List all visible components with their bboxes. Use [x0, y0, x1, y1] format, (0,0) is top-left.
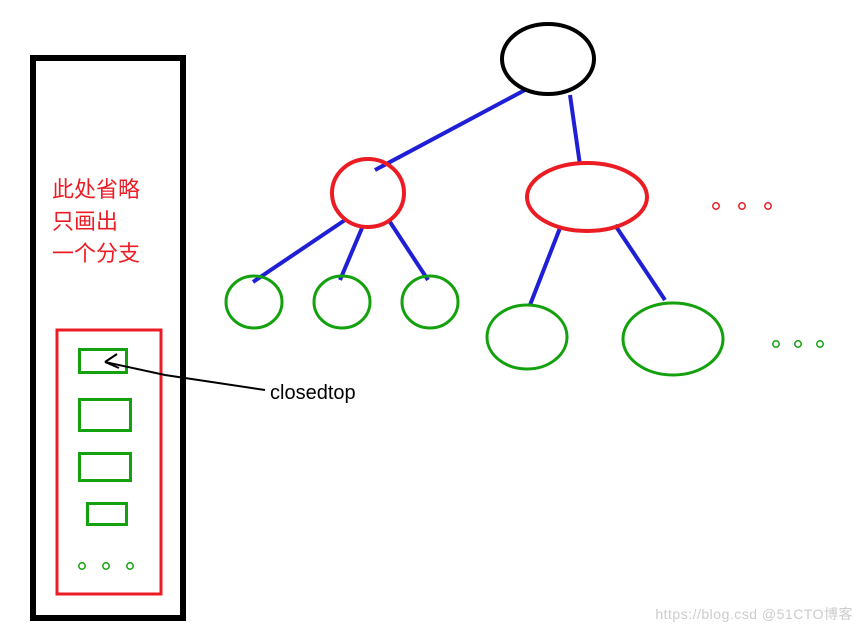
tree-level1-right: [522, 158, 652, 236]
tree-ellipsis-green: [770, 338, 840, 350]
tree-root: [498, 20, 598, 98]
tree-leaf-3: [398, 272, 462, 332]
tree-leaf-2: [310, 272, 374, 332]
tree-leaf-4: [482, 300, 572, 374]
tree-ellipsis-red: [710, 200, 790, 212]
tree-level1-left: [328, 155, 408, 231]
tree-leaf-1: [222, 272, 286, 332]
tree-leaf-5: [618, 298, 728, 380]
